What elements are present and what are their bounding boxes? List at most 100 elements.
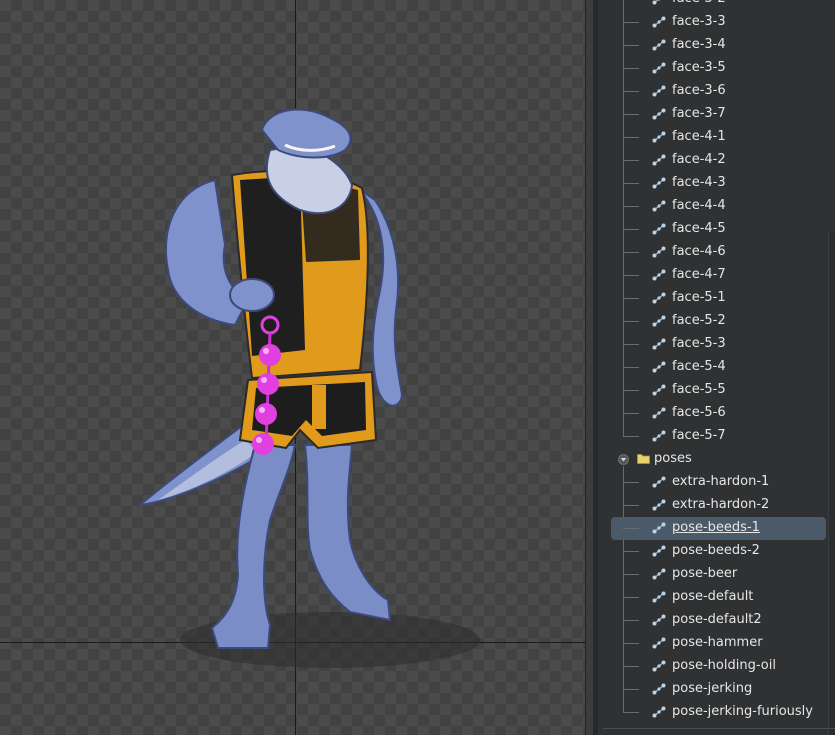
tree-connector	[623, 321, 639, 322]
tree-item[interactable]: face-3-4	[598, 34, 835, 57]
tree-connector	[623, 367, 639, 368]
tree-item[interactable]: face-4-2	[598, 149, 835, 172]
tree-connector	[623, 551, 639, 552]
tree-connector	[623, 643, 639, 644]
tree-connector	[623, 206, 639, 207]
tree-item-label: face-5-7	[672, 428, 726, 443]
tree-item[interactable]: pose-beeds-2	[598, 540, 835, 563]
tree-connector	[623, 505, 639, 506]
tree-item[interactable]: face-4-6	[598, 241, 835, 264]
tree-item[interactable]: face-5-3	[598, 333, 835, 356]
skeleton-bone-icon	[652, 361, 666, 373]
tree-item-label: face-4-2	[672, 152, 726, 167]
tree-item-label: face-5-5	[672, 382, 726, 397]
skeleton-bone-icon	[652, 108, 666, 120]
tree-connector	[623, 620, 639, 621]
hierarchy-tree[interactable]: face-3-2 face-3-3 face-3-4 face-3-5 face-3-6…	[598, 0, 835, 735]
tree-connector	[623, 344, 639, 345]
tree-item[interactable]: face-4-4	[598, 195, 835, 218]
character-sprite[interactable]	[0, 0, 585, 735]
skeleton-bone-icon	[652, 545, 666, 557]
tree-connector	[623, 68, 639, 69]
skeleton-bone-icon	[652, 338, 666, 350]
skeleton-bone-icon	[652, 269, 666, 281]
skeleton-bone-icon	[652, 591, 666, 603]
tree-item-label: face-5-2	[672, 313, 726, 328]
tree-connector	[623, 597, 639, 598]
tree-item[interactable]: pose-default2	[598, 609, 835, 632]
skeleton-bone-icon	[652, 706, 666, 718]
tree-item-label: face-4-1	[672, 129, 726, 144]
tree-connector	[623, 528, 639, 529]
tree-item[interactable]: face-5-5	[598, 379, 835, 402]
tree-item-label: pose-jerking	[672, 681, 753, 696]
tree-item[interactable]: face-4-7	[598, 264, 835, 287]
tree-item[interactable]: face-5-1	[598, 287, 835, 310]
tree-item[interactable]: face-4-5	[598, 218, 835, 241]
skeleton-bone-icon	[652, 246, 666, 258]
tree-item[interactable]: face-3-6	[598, 80, 835, 103]
skeleton-bone-icon	[652, 430, 666, 442]
tree-connector	[623, 689, 639, 690]
tree-connector	[623, 666, 639, 667]
skeleton-bone-icon	[652, 476, 666, 488]
tree-connector	[623, 275, 639, 276]
tree-item[interactable]: pose-holding-oil	[598, 655, 835, 678]
tree-folder-poses[interactable]: poses	[598, 448, 835, 471]
tree-item-label: face-4-7	[672, 267, 726, 282]
tree-item[interactable]: face-5-6	[598, 402, 835, 425]
skeleton-bone-icon	[652, 614, 666, 626]
tree-item[interactable]: face-3-5	[598, 57, 835, 80]
tree-item[interactable]: pose-jerking-furiously	[598, 701, 835, 724]
canvas-viewport[interactable]	[0, 0, 585, 735]
skeleton-bone-icon	[652, 154, 666, 166]
tree-item-label: pose-holding-oil	[672, 658, 776, 673]
tree-item[interactable]: pose-hammer	[598, 632, 835, 655]
tree-item[interactable]: pose-default	[598, 586, 835, 609]
tree-connector	[623, 160, 639, 161]
tree-item[interactable]: face-3-3	[598, 11, 835, 34]
tree-item[interactable]: face-4-3	[598, 172, 835, 195]
tree-connector	[623, 229, 639, 230]
tree-item-label: extra-hardon-2	[672, 497, 770, 512]
tree-item[interactable]: extra-hardon-2	[598, 494, 835, 517]
skeleton-bone-icon	[652, 315, 666, 327]
tree-connector	[623, 298, 639, 299]
tree-item[interactable]: pose-jerking	[598, 678, 835, 701]
collapse-toggle-icon[interactable]	[618, 454, 629, 465]
tree-connector	[623, 22, 639, 23]
tree-item[interactable]: pose-beer	[598, 563, 835, 586]
tree-item[interactable]: face-5-4	[598, 356, 835, 379]
tree-item-label: face-3-2	[672, 0, 726, 7]
tree-item-label: face-4-6	[672, 244, 726, 259]
tree-item[interactable]: face-4-1	[598, 126, 835, 149]
skeleton-bone-icon	[652, 683, 666, 695]
tree-item-label: face-3-6	[672, 83, 726, 98]
skeleton-bone-icon	[652, 0, 661, 5]
skeleton-bone-icon	[652, 39, 666, 51]
skeleton-bone-icon	[652, 660, 666, 672]
tree-item[interactable]: face-3-7	[598, 103, 835, 126]
tree-item-label: face-5-6	[672, 405, 726, 420]
tree-item-label: extra-hardon-1	[672, 474, 770, 489]
tree-connector	[623, 436, 639, 437]
tree-item-label: face-3-5	[672, 60, 726, 75]
skeleton-bone-icon	[652, 384, 666, 396]
tree-connector	[623, 114, 639, 115]
skeleton-bone-icon	[652, 200, 666, 212]
tree-item-label: face-5-3	[672, 336, 726, 351]
tree-connector	[623, 45, 639, 46]
tree-item-label: face-4-4	[672, 198, 726, 213]
tree-scrollbar[interactable]	[828, 232, 835, 735]
tree-item-label: pose-beer	[672, 566, 738, 581]
tree-item[interactable]: extra-hardon-1	[598, 471, 835, 494]
tree-item-label: pose-default2	[672, 612, 762, 627]
skeleton-bone-icon	[652, 16, 666, 28]
tree-item[interactable]: face-5-7	[598, 425, 835, 448]
skeleton-bone-icon	[652, 131, 666, 143]
tree-connector	[623, 574, 639, 575]
skeleton-bone-icon	[652, 637, 666, 649]
tree-item[interactable]: pose-beeds-1	[598, 517, 835, 540]
tree-item[interactable]: face-3-2	[598, 0, 835, 11]
tree-item[interactable]: face-5-2	[598, 310, 835, 333]
